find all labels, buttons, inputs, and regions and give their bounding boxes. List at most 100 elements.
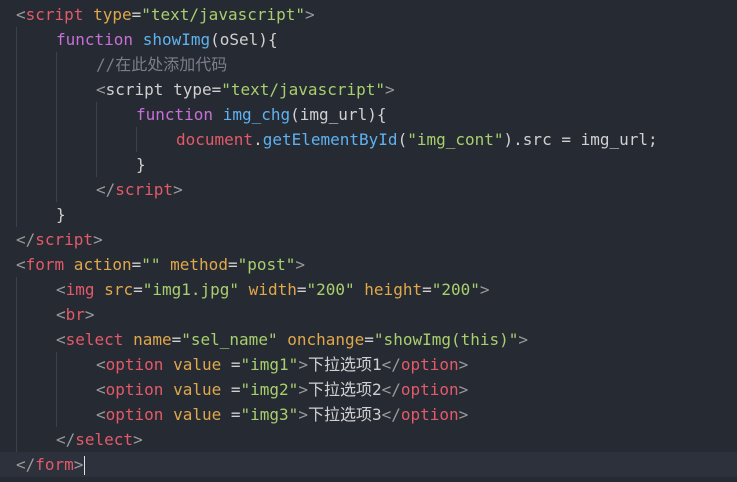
code-token: >: [173, 180, 183, 199]
indent-guide: [96, 102, 97, 127]
code-token: </: [56, 430, 76, 449]
code-line[interactable]: <option value ="img1">下拉选项1</option>: [0, 352, 737, 377]
code-token: option: [105, 355, 164, 374]
code-token: //在此处添加代码: [96, 55, 228, 74]
code-token: "img3": [240, 405, 299, 424]
code-line[interactable]: //在此处添加代码: [0, 52, 737, 77]
code-line[interactable]: <select name="sel_name" onchange="showIm…: [0, 327, 737, 352]
code-text: function showImg(oSel){: [56, 27, 278, 52]
code-line[interactable]: <script type="text/javascript">: [0, 77, 737, 102]
code-token: value: [163, 380, 231, 399]
code-token: =: [133, 280, 143, 299]
code-token: br: [65, 305, 85, 324]
indent-guide: [16, 152, 17, 177]
code-token: >: [133, 430, 143, 449]
code-token: <: [16, 255, 26, 274]
code-line[interactable]: </script>: [0, 227, 737, 252]
code-token: }: [136, 155, 146, 174]
code-line[interactable]: }: [0, 152, 737, 177]
indent-guide: [16, 52, 17, 77]
indent-guide: [16, 202, 17, 227]
code-token: "": [141, 255, 161, 274]
code-line[interactable]: }: [0, 202, 737, 227]
code-token: </: [96, 180, 116, 199]
code-token: select: [75, 430, 134, 449]
code-token: <: [96, 380, 106, 399]
code-token: width: [239, 280, 297, 299]
code-token: <: [96, 80, 106, 99]
code-line[interactable]: function showImg(oSel){: [0, 27, 737, 52]
code-token: (oSel){: [210, 30, 278, 49]
code-token: }: [56, 205, 66, 224]
code-token: >: [298, 405, 308, 424]
code-token: >: [458, 405, 469, 424]
code-line[interactable]: <br>: [0, 302, 737, 327]
code-token: img: [65, 280, 95, 299]
code-text: </script>: [96, 177, 183, 202]
code-line[interactable]: </select>: [0, 427, 737, 452]
code-line[interactable]: <script type="text/javascript">: [0, 2, 737, 27]
code-token: (img_url){: [290, 105, 387, 124]
indent-guide: [16, 302, 17, 327]
indent-guide: [56, 402, 57, 427]
code-line[interactable]: <option value ="img3">下拉选项3</option>: [0, 402, 737, 427]
code-line[interactable]: <img src="img1.jpg" width="200" height="…: [0, 277, 737, 302]
code-text: }: [136, 152, 146, 177]
indent-guide: [56, 127, 57, 152]
code-editor[interactable]: <script type="text/javascript"> function …: [0, 0, 737, 482]
code-token: ).src = img_url;: [503, 130, 658, 149]
code-line[interactable]: </form>: [0, 452, 737, 477]
code-token: select: [65, 330, 124, 349]
code-token: <: [56, 330, 66, 349]
code-token: value: [163, 355, 231, 374]
code-token: >: [305, 5, 315, 24]
code-token: script: [115, 180, 174, 199]
code-token: option: [105, 405, 164, 424]
code-token: function: [56, 30, 143, 49]
code-token: <: [56, 280, 66, 299]
code-token: script type=: [105, 80, 222, 99]
code-token: "img_cont": [407, 130, 504, 149]
code-text: }: [56, 202, 66, 227]
indent-guide: [136, 127, 137, 152]
indent-guide: [16, 427, 17, 452]
indent-guide: [96, 152, 97, 177]
code-line[interactable]: <option value ="img2">下拉选项2</option>: [0, 377, 737, 402]
code-token: <: [96, 355, 106, 374]
code-token: >: [84, 305, 95, 324]
indent-guide: [16, 127, 17, 152]
code-token: script: [25, 5, 84, 24]
code-token: onchange: [277, 330, 365, 349]
indent-guide: [56, 177, 57, 202]
code-token: .: [253, 130, 263, 149]
indent-guide: [56, 352, 57, 377]
code-token: </: [16, 455, 36, 474]
code-line[interactable]: </script>: [0, 177, 737, 202]
code-token: >: [518, 330, 529, 349]
code-token: "text/javascript": [141, 5, 306, 24]
code-line[interactable]: function img_chg(img_url){: [0, 102, 737, 127]
code-token: =: [364, 330, 374, 349]
indent-guide: [56, 377, 57, 402]
code-token: >: [385, 80, 395, 99]
code-token: "img1": [240, 355, 299, 374]
code-token: =: [131, 255, 142, 274]
indent-guide: [16, 377, 17, 402]
indent-guide: [56, 77, 57, 102]
code-token: 下拉选项3: [307, 405, 382, 424]
code-token: >: [298, 380, 308, 399]
code-token: getElementById: [262, 130, 398, 149]
code-text: function img_chg(img_url){: [136, 102, 386, 127]
code-token: option: [400, 380, 459, 399]
code-token: form: [35, 455, 74, 474]
code-token: script: [35, 230, 94, 249]
code-token: value: [163, 405, 231, 424]
code-token: img_chg: [222, 105, 291, 124]
code-line[interactable]: <form action="" method="post">: [0, 252, 737, 277]
code-line[interactable]: document.getElementById("img_cont").src …: [0, 127, 737, 152]
code-token: "img2": [240, 380, 299, 399]
indent-guide: [56, 102, 57, 127]
code-token: "200": [431, 280, 480, 299]
indent-guide: [56, 52, 57, 77]
code-token: document: [176, 130, 254, 149]
